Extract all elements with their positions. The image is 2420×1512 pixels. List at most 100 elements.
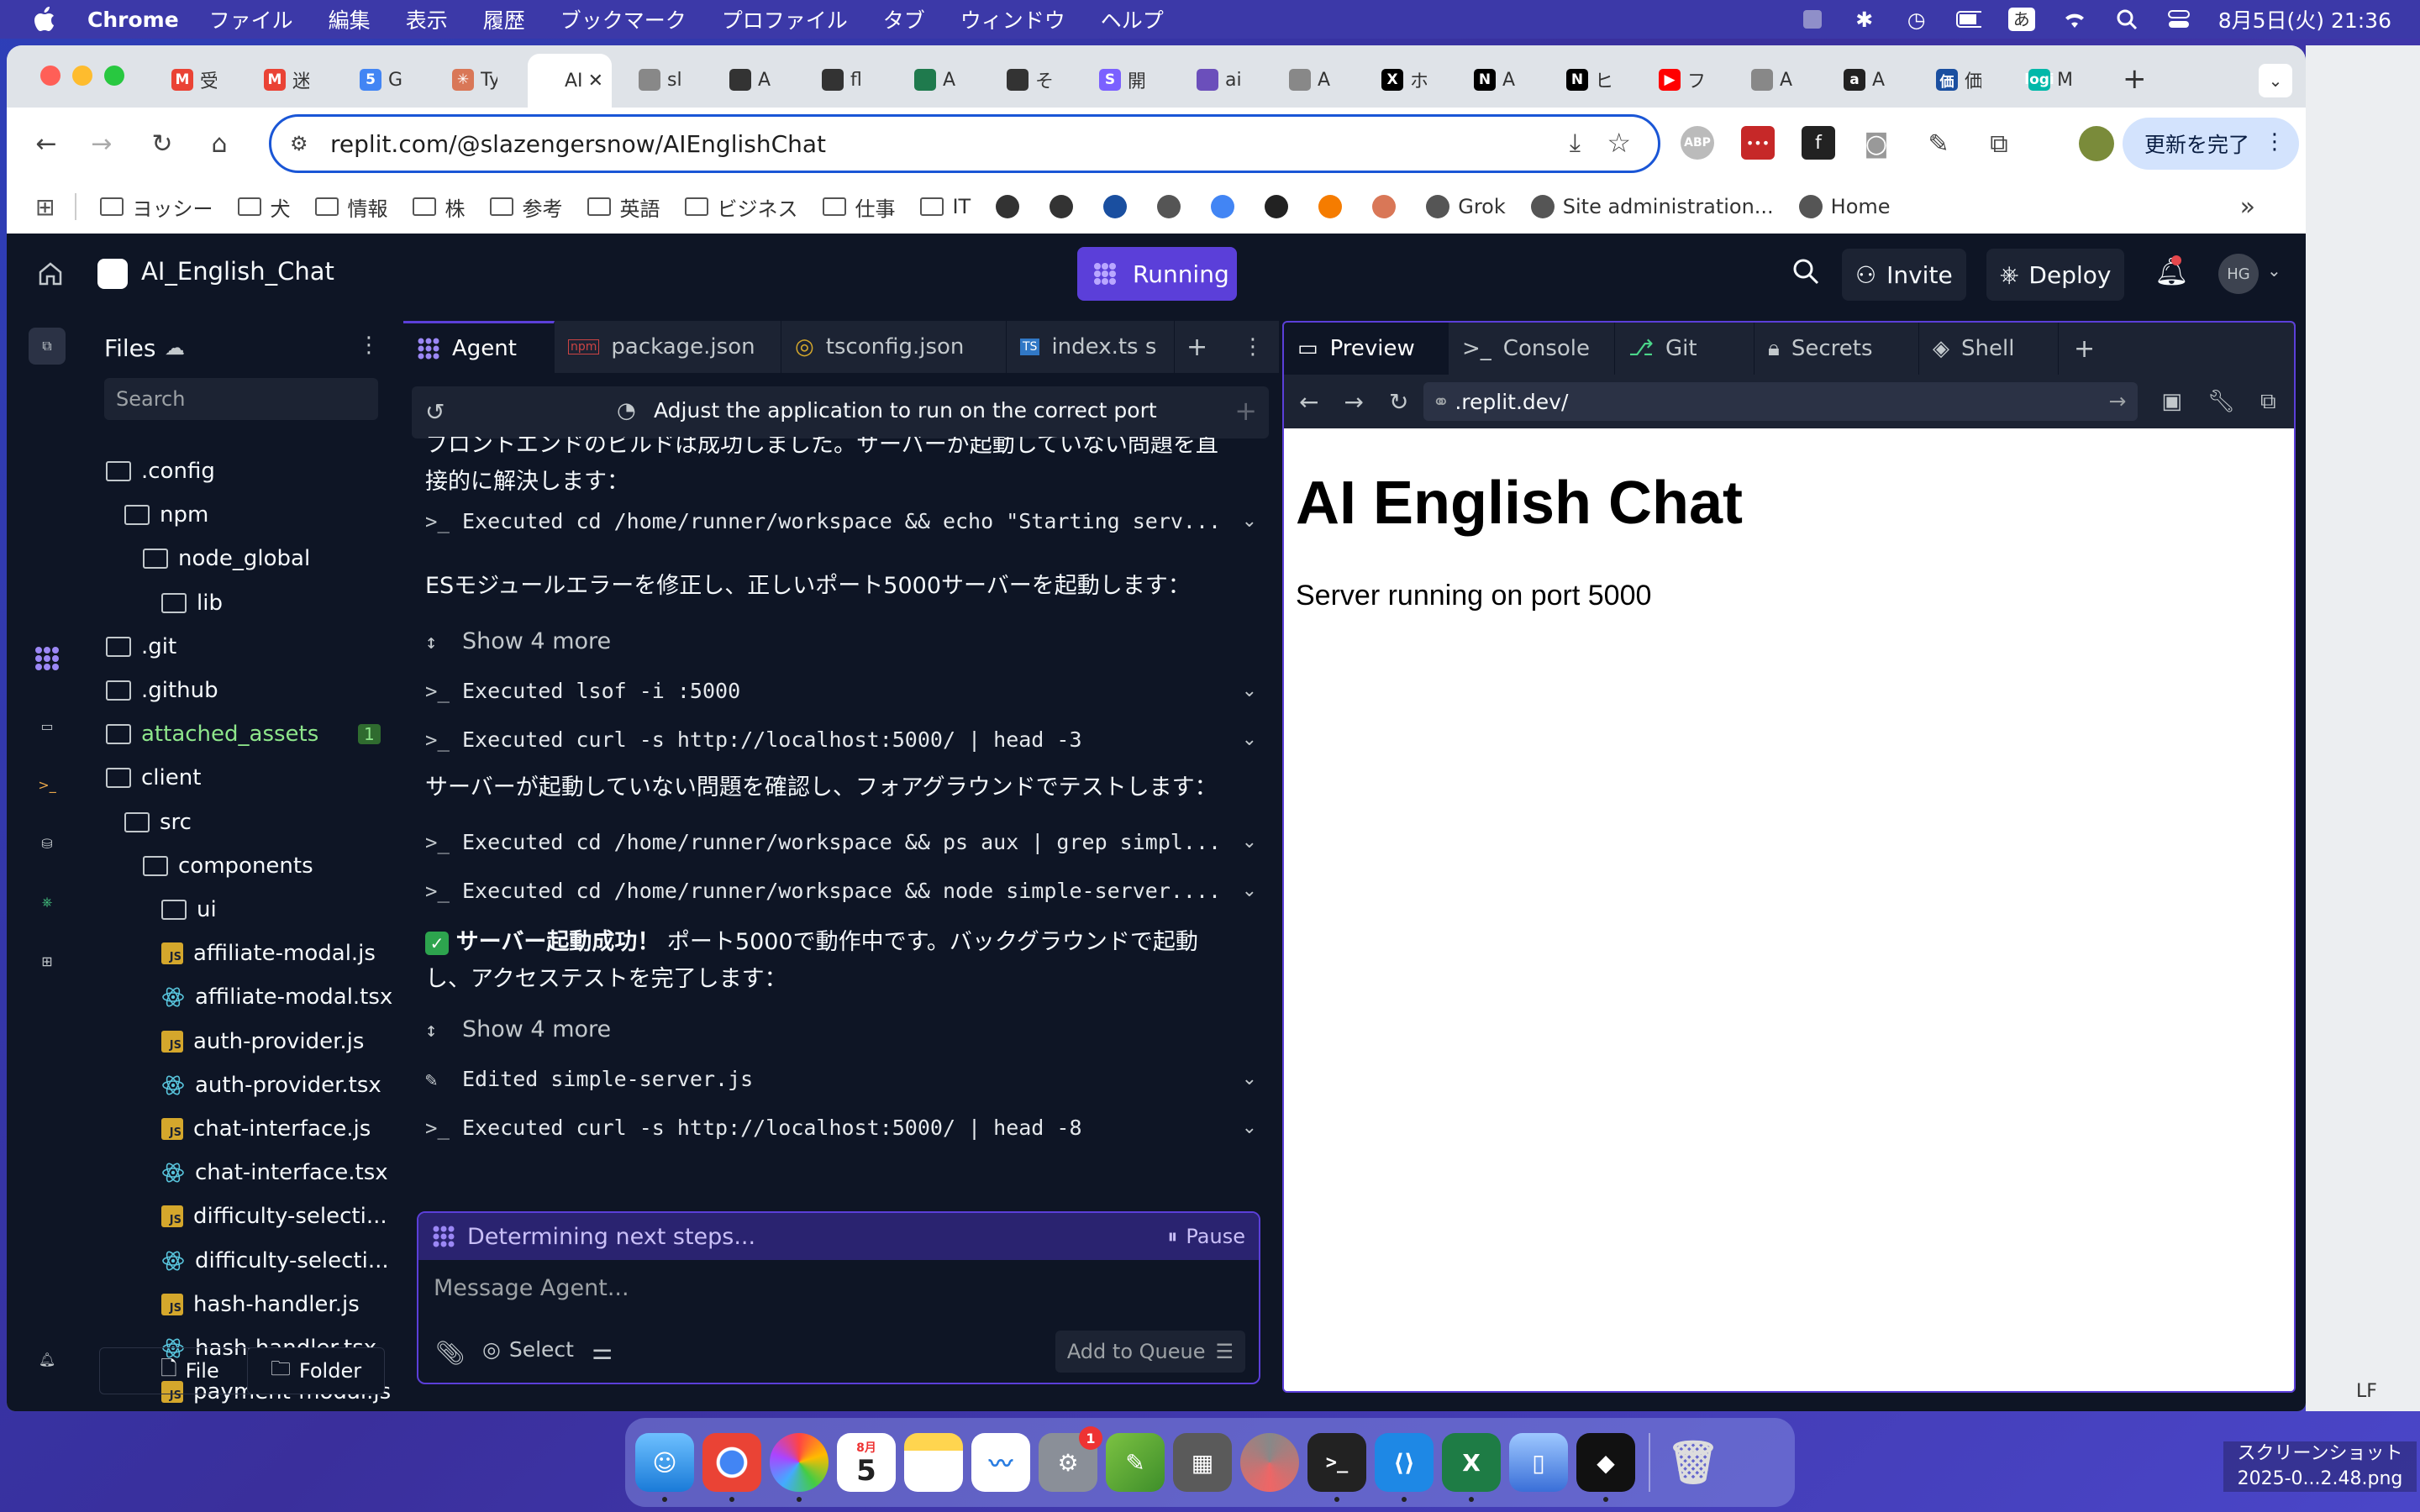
show-more-2[interactable]: ↕ Show 4 more xyxy=(425,1016,1257,1042)
stage-manager-icon[interactable] xyxy=(1800,7,1825,32)
add-tool-tab-icon[interactable]: + xyxy=(2059,323,2110,375)
database-tool-icon[interactable]: ⛁ xyxy=(32,828,62,858)
battery-icon[interactable] xyxy=(1955,7,1981,32)
excel-icon[interactable]: X xyxy=(1442,1433,1501,1502)
folder-item[interactable]: attached_assets 1 xyxy=(106,722,381,747)
menu-edit[interactable]: 編集 xyxy=(329,4,371,34)
preview-reload-icon[interactable]: ↻ xyxy=(1389,388,1408,416)
pause-button[interactable]: ⏸︎ Pause xyxy=(1167,1225,1245,1248)
browser-tab[interactable]: sl xyxy=(639,62,687,97)
terminal-icon[interactable]: >_ xyxy=(1307,1433,1366,1502)
menu-view[interactable]: 表示 xyxy=(406,4,448,34)
replit-home-icon[interactable] xyxy=(37,260,64,291)
files-tool-icon[interactable]: ⧉ xyxy=(29,328,66,365)
all-tools-grid-icon[interactable]: ⊞ xyxy=(32,946,62,976)
go-arrow-icon[interactable]: → xyxy=(2108,389,2126,413)
add-tab-icon[interactable]: + xyxy=(1175,321,1219,373)
browser-tab[interactable]: M迷 xyxy=(264,62,313,97)
notifications-bell-icon[interactable]: 🔔︎ xyxy=(2154,255,2189,287)
chevron-down-icon[interactable]: ⌄ xyxy=(1242,1117,1257,1138)
files-menu-icon[interactable]: ⋮ xyxy=(358,333,380,358)
screenshot-thumbnail-label[interactable]: スクリーンショット 2025-0...2.48.png xyxy=(2223,1441,2417,1492)
folder-item[interactable]: lib xyxy=(161,591,223,616)
app-menu-chrome[interactable]: Chrome xyxy=(87,8,179,32)
camera-extension-icon[interactable]: ◙ xyxy=(1862,129,1891,159)
browser-tab[interactable]: AI ✕ xyxy=(528,54,612,108)
folder-item[interactable]: ui xyxy=(161,897,217,922)
eyedropper-extension-icon[interactable]: ✎ xyxy=(1924,129,1953,159)
chevron-down-icon[interactable]: ⌄ xyxy=(1242,1068,1257,1089)
browser-tab[interactable]: ✳ Ty xyxy=(452,62,501,97)
notes-icon[interactable] xyxy=(904,1433,963,1492)
folder-item[interactable]: src xyxy=(124,810,192,835)
file-item[interactable]: JS difficulty-selecti... xyxy=(161,1204,387,1229)
files-search-input[interactable]: Search xyxy=(104,378,378,420)
chevron-down-icon[interactable]: ⌄ xyxy=(1242,511,1257,532)
folder-item[interactable]: .config xyxy=(106,459,215,484)
browser-tab[interactable]: 価価 xyxy=(1936,62,1985,97)
browser-tab[interactable]: A xyxy=(1289,62,1338,97)
message-agent-input[interactable]: Message Agent... xyxy=(434,1275,629,1301)
tab-tsconfig-json[interactable]: ◎ tsconfig.json xyxy=(781,321,1007,373)
bookmark-item[interactable]: Site administration... xyxy=(1530,195,1774,218)
executed-command-6[interactable]: >_ Executed curl -s http://localhost:500… xyxy=(425,1116,1257,1140)
avatar-chevron-icon[interactable]: ⌄ xyxy=(2267,260,2281,281)
tab-shell[interactable]: ◈ Shell xyxy=(1919,323,2059,375)
tab-package-json[interactable]: npm package.json xyxy=(555,321,781,373)
bookmark-item[interactable]: 情報 xyxy=(315,192,387,222)
chevron-down-icon[interactable]: ⌄ xyxy=(1242,729,1257,750)
freeform-icon[interactable]: 〰 xyxy=(971,1433,1030,1492)
new-folder-button[interactable]: 🗀 Folder xyxy=(247,1347,385,1394)
folder-item[interactable]: .git xyxy=(106,634,176,659)
wifi-icon[interactable] xyxy=(2062,7,2087,32)
bookmark-item[interactable]: ビジネス xyxy=(685,192,797,222)
bookmark-item[interactable]: 犬 xyxy=(238,192,290,222)
bookmark-star-icon[interactable]: ☆ xyxy=(1607,127,1631,159)
bookmark-favicon-icon[interactable] xyxy=(996,195,1020,218)
preview-back-icon[interactable]: ← xyxy=(1299,388,1318,416)
address-bar[interactable]: ⚙ replit.com/@slazengersnow/AIEnglishCha… xyxy=(269,114,1660,173)
browser-tab[interactable]: そ xyxy=(1007,62,1055,97)
bookmark-item[interactable]: 仕事 xyxy=(823,192,895,222)
browser-tab[interactable]: fl xyxy=(822,62,871,97)
apps-grid-icon[interactable]: ⊞ xyxy=(35,193,55,221)
folder-item[interactable]: components xyxy=(143,853,313,879)
deployments-tool-icon[interactable]: ⎈ xyxy=(32,887,62,917)
executed-command-3[interactable]: >_ Executed curl -s http://localhost:500… xyxy=(425,727,1257,752)
bookmark-item[interactable]: 英語 xyxy=(587,192,660,222)
extensions-puzzle-icon[interactable]: ⧉ xyxy=(1985,129,2013,159)
iphone-mirroring-icon[interactable]: ▯ xyxy=(1509,1433,1568,1492)
install-app-icon[interactable]: ⤓ xyxy=(1570,129,1581,158)
bookmark-favicon-icon[interactable] xyxy=(1050,195,1074,218)
app-cube-icon[interactable]: ◆ xyxy=(1576,1433,1635,1502)
bookmark-favicon-icon[interactable] xyxy=(1103,195,1128,218)
browser-tab[interactable]: M受 xyxy=(171,62,220,97)
spotlight-search-icon[interactable] xyxy=(2114,7,2139,32)
select-element-button[interactable]: ◎ Select xyxy=(482,1337,574,1362)
help-icon[interactable]: ? xyxy=(32,1401,62,1412)
bluetooth-icon[interactable]: ✱ xyxy=(1852,7,1877,32)
browser-tab[interactable]: logi M xyxy=(2024,62,2077,97)
tab-index-ts[interactable]: TS index.ts s xyxy=(1007,321,1175,373)
vscode-icon[interactable]: ⟨⟩ xyxy=(1375,1433,1434,1502)
folder-item[interactable]: node_global xyxy=(143,546,310,571)
bookmarks-overflow-icon[interactable]: » xyxy=(2240,192,2255,222)
preview-forward-icon[interactable]: → xyxy=(1344,388,1363,416)
bookmark-item[interactable]: ヨッシー xyxy=(100,192,213,222)
bookmark-favicon-icon[interactable] xyxy=(1157,195,1181,218)
home-icon[interactable]: ⌂ xyxy=(205,129,234,159)
input-method-indicator[interactable]: あ xyxy=(2007,8,2035,31)
address-bar-url[interactable]: replit.com/@slazengersnow/AIEnglishChat xyxy=(330,130,826,158)
photos-icon[interactable] xyxy=(770,1433,829,1502)
update-chrome-button[interactable]: 更新を完了 ⋮ xyxy=(2123,118,2299,170)
file-item[interactable]: JS hash-handler.js xyxy=(161,1292,360,1317)
user-avatar[interactable]: HG xyxy=(2218,254,2259,294)
deploy-button[interactable]: ⎈ Deploy xyxy=(1986,249,2125,301)
new-tab-button[interactable]: + xyxy=(2123,62,2147,96)
reload-icon[interactable]: ↻ xyxy=(148,129,176,159)
bookmark-favicon-icon[interactable] xyxy=(1211,195,1235,218)
folder-item[interactable]: client xyxy=(106,765,201,790)
menu-help[interactable]: ヘルプ xyxy=(1101,4,1164,34)
chevron-down-icon[interactable]: ⌄ xyxy=(1242,880,1257,901)
finder-icon[interactable]: ☺ xyxy=(635,1433,694,1502)
